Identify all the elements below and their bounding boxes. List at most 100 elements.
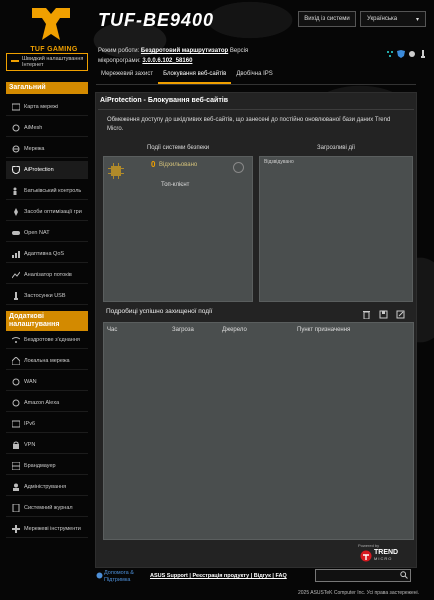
sidebar-item-label: Мережеві інструменти bbox=[24, 525, 81, 532]
sidebar-item-network-tools[interactable]: Мережеві інструменти bbox=[6, 520, 88, 538]
sidebar-item-administration[interactable]: Адміністрування bbox=[6, 478, 88, 496]
shield-icon bbox=[11, 164, 21, 175]
sidebar-item-system-log[interactable]: Системний журнал bbox=[6, 499, 88, 517]
save-icon[interactable] bbox=[379, 310, 388, 319]
page-title: AiProtection - Блокування веб-сайтів bbox=[100, 97, 228, 104]
help-line-2: Підтримка bbox=[104, 577, 131, 583]
help-support-link[interactable]: Допомога & Підтримка bbox=[104, 570, 134, 584]
globe-icon bbox=[12, 145, 20, 153]
trend-micro-logo: TREND MICRO bbox=[360, 549, 398, 562]
status-icons bbox=[386, 50, 427, 58]
wifi-icon bbox=[11, 336, 21, 344]
chip-icon bbox=[108, 163, 124, 179]
sidebar-item-network-map[interactable]: Карта мережі bbox=[6, 98, 88, 116]
sidebar-item-game-boost[interactable]: Засоби оптимізації гри bbox=[6, 203, 88, 221]
tab-two-way-ips[interactable]: Двобічна IPS bbox=[231, 68, 277, 84]
refresh-icon[interactable] bbox=[233, 162, 244, 173]
sidebar-section-general: Загальний bbox=[6, 82, 88, 94]
threat-activities-header: Загрозливі дії bbox=[317, 145, 355, 151]
column-destination: Пункт призначення bbox=[297, 327, 351, 333]
edit-icon[interactable] bbox=[396, 310, 405, 319]
table-tools bbox=[362, 310, 405, 320]
sidebar-item-ipv6[interactable]: IPv6 bbox=[6, 415, 88, 433]
security-events-box bbox=[103, 156, 253, 302]
map-icon bbox=[11, 103, 21, 111]
sidebar-item-wireless[interactable]: Бездротове з'єднання bbox=[6, 331, 88, 349]
sidebar-item-label: Брандмауер bbox=[24, 462, 56, 469]
sidebar-item-vpn[interactable]: VPN bbox=[6, 436, 88, 454]
help-icon bbox=[96, 572, 103, 581]
column-time: Час bbox=[107, 327, 118, 333]
sidebar-item-label: Адаптивна QoS bbox=[24, 250, 65, 257]
ipv6-icon bbox=[11, 420, 21, 428]
globe-icon bbox=[12, 378, 20, 386]
blocked-label: Відхильовано bbox=[159, 162, 198, 168]
sidebar-item-alexa[interactable]: Amazon Alexa bbox=[6, 394, 88, 412]
wand-icon bbox=[11, 57, 19, 67]
sidebar-item-label: Системний журнал bbox=[24, 504, 73, 511]
sidebar-item-label: Локальна мережа bbox=[24, 357, 70, 364]
sidebar-item-wan[interactable]: WAN bbox=[6, 373, 88, 391]
trend-sub: MICRO bbox=[374, 556, 393, 561]
chevron-down-icon: ▾ bbox=[415, 16, 419, 23]
mesh-icon bbox=[12, 124, 20, 132]
sidebar-item-label: Карта мережі bbox=[24, 103, 59, 110]
sidebar-item-open-nat[interactable]: Open NAT bbox=[6, 224, 88, 242]
events-table bbox=[103, 322, 414, 540]
tab-network-protection[interactable]: Мережевий захист bbox=[96, 68, 158, 84]
sidebar-item-firewall[interactable]: Брандмауер bbox=[6, 457, 88, 475]
sidebar-item-adaptive-qos[interactable]: Адаптивна QoS bbox=[6, 245, 88, 263]
language-select[interactable]: Українська ▾ bbox=[360, 11, 426, 27]
model-name: TUF-BE9400 bbox=[98, 10, 215, 30]
shield-icon[interactable] bbox=[397, 50, 405, 58]
sidebar-section-advanced: Додаткові налаштування bbox=[6, 311, 88, 331]
sidebar-item-label: Батьківський контроль bbox=[24, 187, 82, 194]
sidebar-item-aimesh[interactable]: AiMesh bbox=[6, 119, 88, 137]
firmware-label: мікропрограми: bbox=[98, 58, 141, 64]
sidebar-item-usb-apps[interactable]: Застосунки USB bbox=[6, 287, 88, 305]
delete-icon[interactable] bbox=[362, 310, 371, 320]
mode-label: Режим роботи: bbox=[98, 48, 140, 54]
sidebar-item-lan[interactable]: Локальна мережа bbox=[6, 352, 88, 370]
search-icon[interactable] bbox=[400, 571, 408, 581]
blocked-count: 0 bbox=[151, 160, 156, 169]
wifi-icon[interactable] bbox=[408, 50, 416, 58]
sidebar-item-label: IPv6 bbox=[24, 420, 36, 427]
sidebar-item-aiprotection[interactable]: AiProtection bbox=[6, 161, 88, 179]
mode-value-link[interactable]: Бездротовий маршрутизатор bbox=[141, 48, 228, 54]
powered-by-label: Powered by bbox=[358, 543, 380, 548]
tab-website-blocking[interactable]: Блокування веб-сайтів bbox=[158, 68, 232, 84]
usb-icon[interactable] bbox=[419, 50, 427, 58]
footer-search-input[interactable] bbox=[315, 569, 411, 582]
sidebar-item-label: Amazon Alexa bbox=[24, 399, 60, 406]
quick-setup-label: Швидкий налаштування Інтернет bbox=[22, 56, 84, 68]
network-icon[interactable] bbox=[386, 50, 394, 58]
alexa-icon bbox=[12, 399, 20, 407]
logo-text: TUF GAMING bbox=[30, 46, 78, 53]
firewall-icon bbox=[11, 461, 21, 470]
tuf-logo-icon bbox=[32, 8, 70, 40]
tools-icon bbox=[12, 524, 20, 533]
top-client-label: Топ-клієнт bbox=[161, 182, 190, 188]
sidebar-item-label: VPN bbox=[24, 441, 36, 448]
sidebar-item-parental-control[interactable]: Батьківський контроль bbox=[6, 182, 88, 200]
reported-label: Відзвідувано bbox=[264, 159, 294, 165]
security-events-header: Події системи безпеки bbox=[146, 145, 210, 151]
logout-button[interactable]: Вихід із системи bbox=[298, 11, 356, 27]
quick-setup-button[interactable]: Швидкий налаштування Інтернет bbox=[6, 53, 88, 71]
sidebar-item-label: AiProtection bbox=[24, 166, 54, 173]
sidebar-item-network[interactable]: Мережа bbox=[6, 140, 88, 158]
sidebar-item-traffic-analyzer[interactable]: Аналізатор потоків bbox=[6, 266, 88, 284]
sidebar-item-label: WAN bbox=[24, 378, 37, 385]
gamepad-icon bbox=[12, 229, 20, 237]
footer-links[interactable]: ASUS Support | Реєстрація продукту | Від… bbox=[150, 573, 287, 579]
vpn-icon bbox=[12, 441, 20, 449]
firmware-value-link[interactable]: 3.0.0.6.102_58160 bbox=[142, 58, 192, 64]
tab-bar: Мережевий захист Блокування веб-сайтів Д… bbox=[96, 68, 278, 84]
language-label: Українська bbox=[367, 16, 398, 22]
column-source: Джерело bbox=[222, 327, 247, 333]
sidebar-item-label: Застосунки USB bbox=[24, 292, 66, 299]
usb-icon bbox=[12, 291, 20, 300]
family-icon bbox=[12, 187, 20, 195]
sidebar-item-label: Мережа bbox=[24, 145, 45, 152]
